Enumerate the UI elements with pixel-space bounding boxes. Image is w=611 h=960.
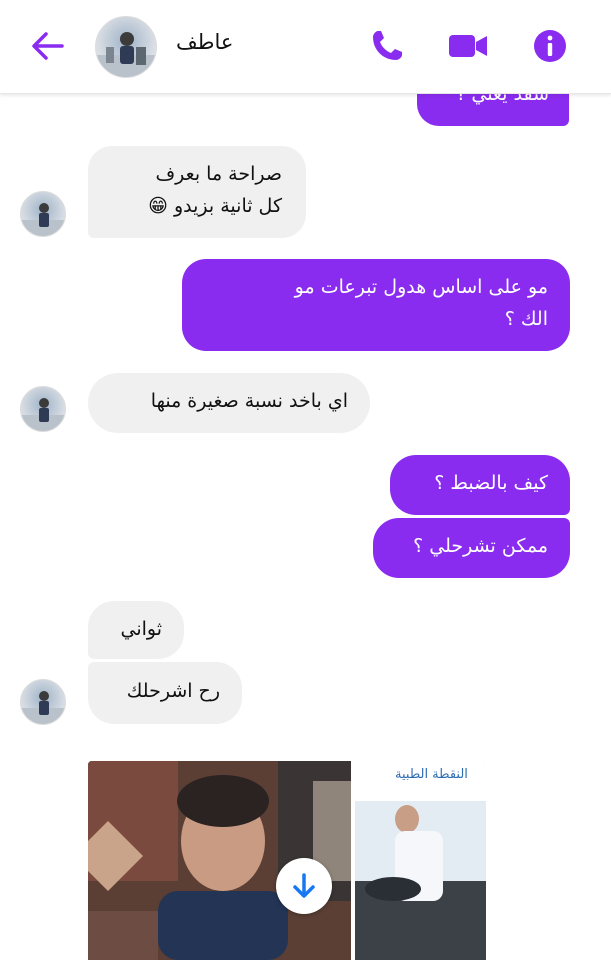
avatar-photo xyxy=(21,398,65,431)
message-text: ممكن تشرحلي ؟ xyxy=(413,535,548,557)
photo-overlay-title: النقطة الطبية xyxy=(395,767,468,782)
message-bubble-outgoing[interactable]: ممكن تشرحلي ؟ xyxy=(373,518,570,578)
info-icon xyxy=(534,30,566,62)
message-text-line: كل ثانية بزيدو 😁 xyxy=(148,195,282,217)
arrow-left-icon xyxy=(32,32,64,60)
download-button[interactable] xyxy=(276,858,332,914)
photo-attachment[interactable]: النقطة الطبية xyxy=(88,761,486,960)
message-text: ثواني xyxy=(120,618,162,640)
message-bubble-incoming[interactable]: ثواني xyxy=(88,601,184,659)
phone-icon xyxy=(373,31,402,60)
message-bubble-outgoing[interactable]: كيف بالضبط ؟ xyxy=(390,455,570,515)
voice-call-button[interactable] xyxy=(367,26,407,66)
video-call-button[interactable] xyxy=(446,26,487,66)
message-text: شقد يعني ؟ xyxy=(455,94,549,105)
photo-medical xyxy=(355,761,486,960)
message-list[interactable]: شقد يعني ؟ صراحة ما بعرف كل ثانية بزيدو … xyxy=(0,94,611,960)
attachment-photo-2[interactable]: النقطة الطبية xyxy=(355,761,486,960)
sender-avatar[interactable] xyxy=(20,386,66,432)
message-text-line: صراحة ما بعرف xyxy=(155,163,282,185)
message-bubble-outgoing[interactable]: مو على اساس هدول تبرعات مو الك ؟ xyxy=(182,259,570,351)
message-text: اي باخد نسبة صغيرة منها xyxy=(150,390,348,412)
message-bubble-incoming[interactable]: رح اشرحلك xyxy=(88,662,242,724)
contact-avatar[interactable] xyxy=(95,16,157,78)
video-camera-icon xyxy=(449,35,487,57)
info-button[interactable] xyxy=(530,26,570,66)
message-text: رح اشرحلك xyxy=(126,680,220,702)
attachment-photo-1[interactable] xyxy=(88,761,351,960)
message-bubble-incoming[interactable]: اي باخد نسبة صغيرة منها xyxy=(88,373,370,433)
message-text: كيف بالضبط ؟ xyxy=(434,472,548,494)
message-bubble-incoming[interactable]: صراحة ما بعرف كل ثانية بزيدو 😁 xyxy=(88,146,306,238)
contact-name[interactable]: عاطف xyxy=(176,30,233,54)
message-text-line: الك ؟ xyxy=(504,308,548,330)
sender-avatar[interactable] xyxy=(20,191,66,237)
avatar-photo xyxy=(96,32,156,77)
back-button[interactable] xyxy=(28,28,68,64)
avatar-photo xyxy=(21,691,65,724)
message-text-line: مو على اساس هدول تبرعات مو xyxy=(294,276,548,298)
avatar-photo xyxy=(21,203,65,236)
download-arrow-icon xyxy=(293,873,315,898)
chat-header: عاطف xyxy=(0,0,611,94)
sender-avatar[interactable] xyxy=(20,679,66,725)
message-bubble-outgoing[interactable]: شقد يعني ؟ xyxy=(417,94,569,126)
